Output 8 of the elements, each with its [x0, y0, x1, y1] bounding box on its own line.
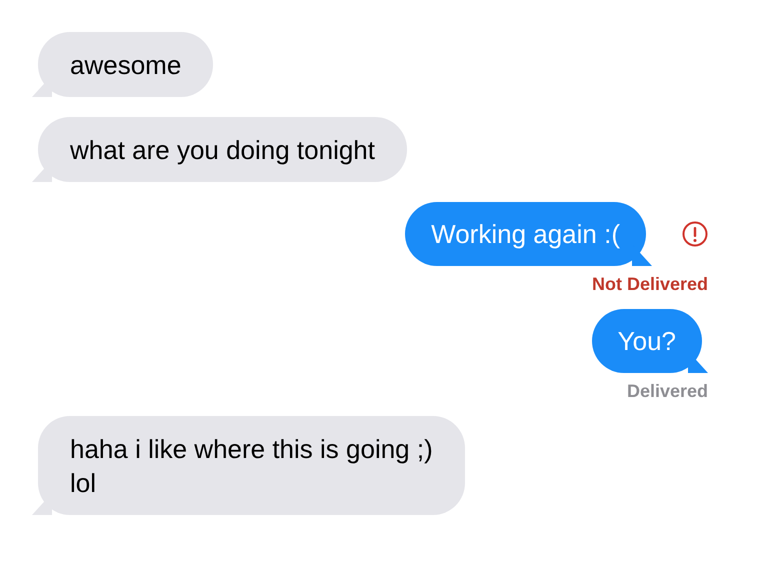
- message-bubble: Working again :(: [405, 202, 652, 266]
- delivery-status: Not Delivered: [592, 274, 708, 295]
- message-bubble: what are you doing tonight: [32, 117, 407, 182]
- error-icon[interactable]: [682, 221, 708, 247]
- delivery-status: Delivered: [626, 381, 708, 402]
- message-bubble: You?: [592, 309, 708, 373]
- message-bubble: awesome: [32, 32, 214, 97]
- message-bubble: haha i like where this is going ;) lol: [32, 416, 465, 515]
